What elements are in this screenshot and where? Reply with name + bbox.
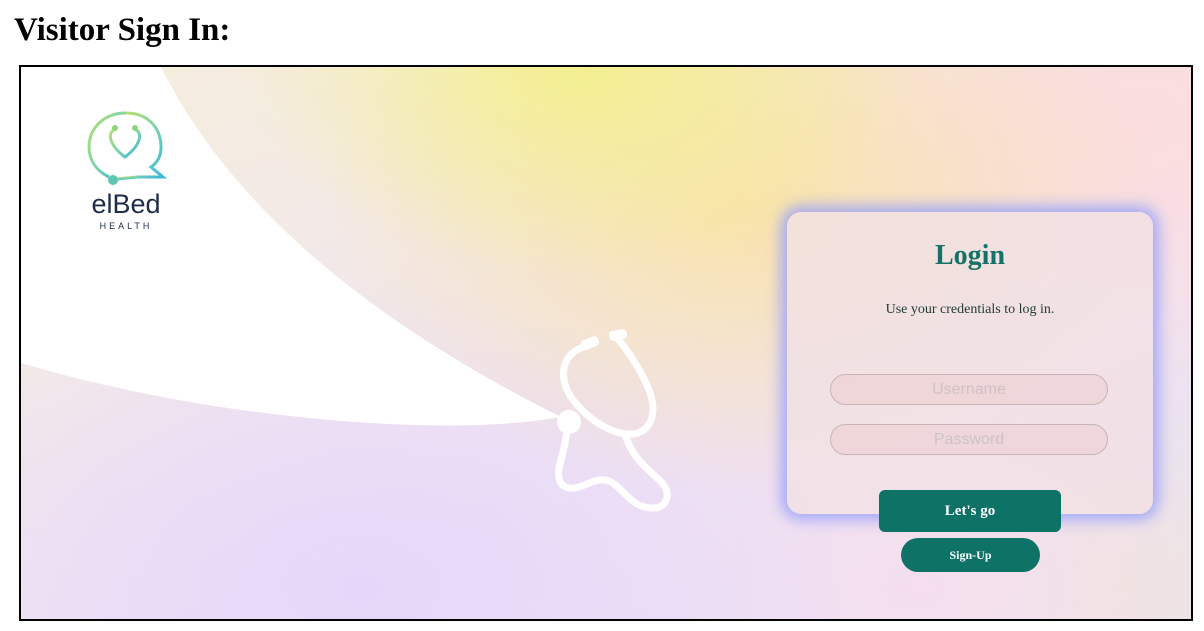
brand-logo: elBed HEALTH xyxy=(73,107,183,231)
login-card: Login Use your credentials to log in. xyxy=(787,212,1153,514)
lets-go-button[interactable]: Let's go xyxy=(879,490,1061,532)
stethoscope-icon xyxy=(555,329,671,512)
brand-tagline: HEALTH xyxy=(99,221,153,231)
login-title: Login xyxy=(934,240,1006,271)
sign-up-button[interactable]: Sign-Up xyxy=(901,538,1040,572)
brand-name: elBed xyxy=(91,189,161,219)
stethoscope-chat-bubble-icon xyxy=(87,111,168,185)
login-subtitle: Use your credentials to log in. xyxy=(885,302,1055,317)
login-frame: elBed HEALTH Login Use your credentials … xyxy=(19,65,1193,621)
password-input[interactable] xyxy=(830,424,1108,455)
username-input[interactable] xyxy=(830,374,1108,405)
page-title: Visitor Sign In: xyxy=(14,12,231,48)
